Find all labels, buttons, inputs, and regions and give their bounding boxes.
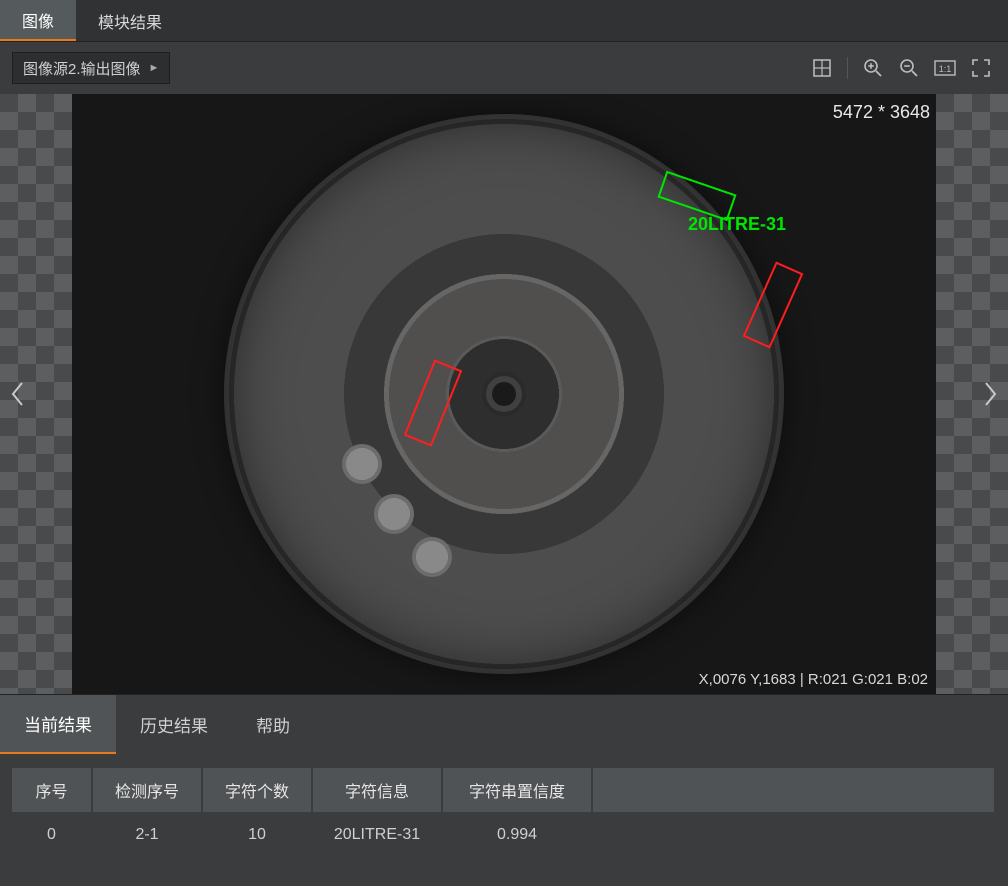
tab-help[interactable]: 帮助 (232, 695, 314, 754)
next-image-button[interactable] (974, 370, 1008, 418)
tab-module-result[interactable]: 模块结果 (76, 0, 184, 41)
tab-history-result[interactable]: 历史结果 (116, 695, 232, 754)
dial-icon (342, 444, 382, 484)
actual-size-icon[interactable]: 1:1 (930, 53, 960, 83)
svg-text:1:1: 1:1 (939, 64, 952, 74)
result-table-container: 序号 检测序号 字符个数 字符信息 字符串置信度 0 2-1 10 20LITR… (0, 754, 1008, 858)
cell-confidence: 0.994 (442, 812, 592, 858)
fit-screen-icon[interactable] (966, 53, 996, 83)
zoom-in-icon[interactable] (858, 53, 888, 83)
cell-char-info: 20LITRE-31 (312, 812, 442, 858)
table-row[interactable]: 0 2-1 10 20LITRE-31 0.994 (12, 812, 995, 858)
prev-image-button[interactable] (0, 370, 34, 418)
image-stage: 5472 * 3648 20LITRE-31 X,0076 Y,1683 | R… (72, 94, 936, 694)
col-det-index: 检测序号 (92, 768, 202, 812)
tab-image[interactable]: 图像 (0, 0, 76, 41)
cell-spacer (592, 812, 995, 858)
cell-det-index: 2-1 (92, 812, 202, 858)
image-source-dropdown[interactable]: 图像源2.输出图像 ► (12, 52, 170, 84)
col-spacer (592, 768, 995, 812)
dial-icon (374, 494, 414, 534)
tab-current-result[interactable]: 当前结果 (0, 695, 116, 754)
image-source-label: 图像源2.输出图像 (23, 58, 141, 79)
grid-icon[interactable] (807, 53, 837, 83)
cell-char-count: 10 (202, 812, 312, 858)
chevron-down-icon: ► (149, 62, 160, 74)
detection-label: 20LITRE-31 (688, 214, 786, 235)
toolbar-divider (847, 57, 848, 79)
cell-index: 0 (12, 812, 92, 858)
zoom-out-icon[interactable] (894, 53, 924, 83)
image-viewport[interactable]: 5472 * 3648 20LITRE-31 X,0076 Y,1683 | R… (0, 94, 1008, 694)
dial-icon (412, 537, 452, 577)
col-confidence: 字符串置信度 (442, 768, 592, 812)
col-char-count: 字符个数 (202, 768, 312, 812)
col-char-info: 字符信息 (312, 768, 442, 812)
cursor-coordinates: X,0076 Y,1683 | R:021 G:021 B:02 (699, 671, 928, 688)
col-index: 序号 (12, 768, 92, 812)
result-table: 序号 检测序号 字符个数 字符信息 字符串置信度 0 2-1 10 20LITR… (12, 768, 996, 858)
image-dimensions: 5472 * 3648 (833, 102, 930, 123)
